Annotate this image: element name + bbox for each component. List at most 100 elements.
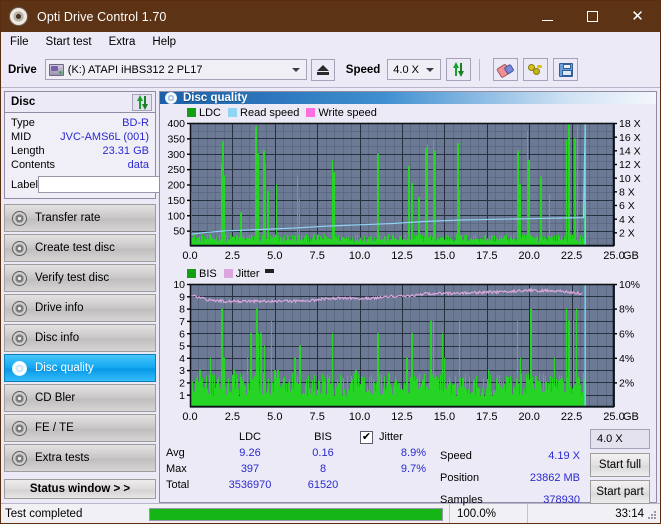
disc-row-type: Type BD-R <box>11 116 149 130</box>
speed-readout-row: Speed 4.19 X <box>440 445 590 467</box>
toolbar-divider <box>479 59 480 81</box>
drive-select[interactable]: (K:) ATAPI iHBS312 2 PL17 <box>45 59 307 80</box>
minimize-button[interactable] <box>525 1 570 32</box>
sidebar-item-disc-quality[interactable]: Disc quality <box>4 354 156 382</box>
disc-refresh-button[interactable] <box>132 94 152 111</box>
svg-text:5.0: 5.0 <box>267 411 282 423</box>
maximize-button[interactable] <box>570 1 615 32</box>
svg-text:12 X: 12 X <box>619 159 641 171</box>
drive-select-value: (K:) ATAPI iHBS312 2 PL17 <box>68 64 203 76</box>
sidebar-item-label: Transfer rate <box>35 212 100 224</box>
stats-header-bis: BIS <box>288 429 358 445</box>
jitter-column: ✔ Jitter 8.9% 9.7% <box>360 429 456 477</box>
svg-text:1: 1 <box>179 390 185 402</box>
speed-select-value: 4.0 X <box>393 64 419 76</box>
legend-item-read-speed: Read speed <box>228 107 299 119</box>
sidebar-item-label: Disc info <box>35 332 79 344</box>
svg-text:4 X: 4 X <box>619 214 635 226</box>
sidebar-item-create-test-disc[interactable]: Create test disc <box>4 234 156 262</box>
sidebar-item-verify-test-disc[interactable]: Verify test disc <box>4 264 156 292</box>
svg-text:7.5: 7.5 <box>310 411 325 423</box>
menu-file[interactable]: File <box>10 36 29 48</box>
charts-area: LDC Read speed Write speed 5010015020025… <box>160 104 656 425</box>
disc-length-key: Length <box>11 145 45 157</box>
sidebar-item-label: Create test disc <box>35 242 115 254</box>
tools-button[interactable] <box>523 58 548 81</box>
save-button[interactable] <box>553 58 578 81</box>
svg-text:10.0: 10.0 <box>349 250 370 262</box>
legend-label-ldc: LDC <box>199 107 221 119</box>
start-full-button[interactable]: Start full <box>590 453 650 477</box>
disc-info-rows: Type BD-R MID JVC-AMS6L (001) Length 23.… <box>5 113 155 198</box>
status-window-button[interactable]: Status window > > <box>4 479 156 499</box>
svg-text:20.0: 20.0 <box>518 250 539 262</box>
speed-label: Speed <box>346 64 381 76</box>
close-button[interactable]: ✕ <box>615 1 660 32</box>
samples-readout-value: 378930 <box>502 494 580 506</box>
stats-total-bis: 61520 <box>288 477 358 493</box>
app-disc-icon <box>9 7 28 26</box>
svg-text:16 X: 16 X <box>619 132 641 144</box>
disc-type-key: Type <box>11 117 35 129</box>
minimize-icon <box>542 20 553 21</box>
svg-text:18 X: 18 X <box>619 119 641 130</box>
sidebar-item-label: Verify test disc <box>35 272 109 284</box>
stats-avg-bis: 0.16 <box>288 445 358 461</box>
start-part-button[interactable]: Start part <box>590 480 650 504</box>
sidebar-item-disc-info[interactable]: Disc info <box>4 324 156 352</box>
svg-text:22.5: 22.5 <box>561 250 582 262</box>
toolbar: Drive (K:) ATAPI iHBS312 2 PL17 Speed 4.… <box>1 52 660 88</box>
jitter-checkbox[interactable]: ✔ <box>360 431 373 444</box>
chevron-down-icon <box>426 68 434 72</box>
resize-grip[interactable] <box>647 510 657 520</box>
eject-button[interactable] <box>311 59 335 81</box>
menu-extra[interactable]: Extra <box>109 36 136 48</box>
test-speed-select[interactable]: 4.0 X <box>590 429 650 449</box>
svg-text:6%: 6% <box>619 328 634 340</box>
menu-help[interactable]: Help <box>152 36 176 48</box>
bis-jitter-chart: 123456789102%4%6%8%10%0.02.55.07.510.012… <box>160 280 656 425</box>
stats-row-key-max: Max <box>160 461 212 477</box>
svg-text:2%: 2% <box>619 378 634 390</box>
menu-bar: File Start test Extra Help <box>1 32 660 52</box>
svg-text:17.5: 17.5 <box>476 250 497 262</box>
svg-text:22.5: 22.5 <box>561 411 582 423</box>
disc-panel-header: Disc <box>5 92 155 113</box>
refresh-button[interactable] <box>446 58 471 81</box>
svg-text:6 X: 6 X <box>619 200 635 212</box>
disc-row-length: Length 23.31 GB <box>11 144 149 158</box>
svg-text:250: 250 <box>167 164 185 176</box>
sidebar-item-label: Extra tests <box>35 452 89 464</box>
disc-row-mid: MID JVC-AMS6L (001) <box>11 130 149 144</box>
speed-select[interactable]: 4.0 X <box>387 59 441 80</box>
sidebar-item-fe-te[interactable]: FE / TE <box>4 414 156 442</box>
svg-text:300: 300 <box>167 149 185 161</box>
sidebar-nav: Transfer rate Create test disc Verify te… <box>4 204 156 472</box>
page-title: Disc quality <box>183 92 248 104</box>
position-readout-row: Position 23862 MB <box>440 467 590 489</box>
sidebar-item-drive-info[interactable]: Drive info <box>4 294 156 322</box>
sidebar-footer: Status window > > <box>4 479 156 499</box>
erase-button[interactable] <box>493 58 518 81</box>
jitter-header: ✔ Jitter <box>360 429 456 445</box>
disc-icon <box>12 211 27 226</box>
drive-icon <box>49 64 64 76</box>
disc-icon <box>12 421 27 436</box>
sidebar-item-extra-tests[interactable]: Extra tests <box>4 444 156 472</box>
stats-avg-ldc: 9.26 <box>212 445 288 461</box>
svg-text:10%: 10% <box>619 280 640 291</box>
svg-text:100: 100 <box>167 210 185 222</box>
position-readout-value: 23862 MB <box>502 472 580 484</box>
disc-mid-value: JVC-AMS6L (001) <box>60 131 149 143</box>
title-bar: Opti Drive Control 1.70 ✕ <box>1 1 660 32</box>
svg-text:150: 150 <box>167 195 185 207</box>
sidebar-item-label: FE / TE <box>35 422 74 434</box>
sidebar: Disc Type BD-R MID JVC- <box>1 88 159 503</box>
menu-start-test[interactable]: Start test <box>46 36 92 48</box>
sidebar-item-transfer-rate[interactable]: Transfer rate <box>4 204 156 232</box>
stats-header-ldc: LDC <box>212 429 288 445</box>
sidebar-item-cd-bler[interactable]: CD Bler <box>4 384 156 412</box>
legend-swatch-ldc <box>187 108 196 117</box>
stats-max-ldc: 397 <box>212 461 288 477</box>
disc-icon <box>12 271 27 286</box>
